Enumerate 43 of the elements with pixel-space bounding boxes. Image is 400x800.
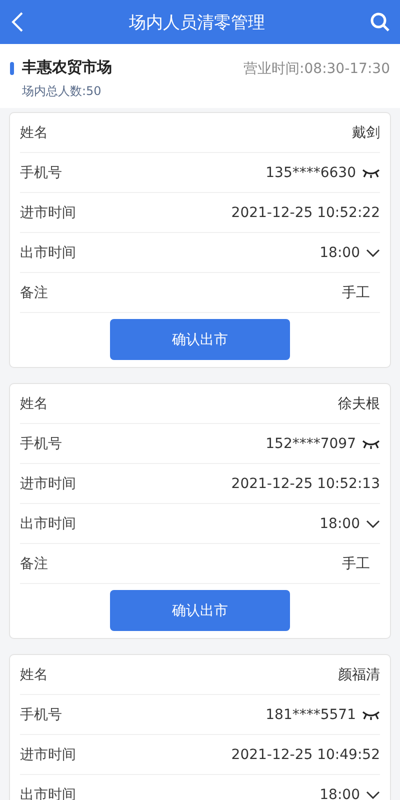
field-label: 姓名 xyxy=(20,124,48,142)
field-label: 手机号 xyxy=(20,434,62,452)
field-value: 颜福清 xyxy=(338,666,380,684)
field-value: 徐夫根 xyxy=(338,394,380,412)
closed-eye-icon[interactable] xyxy=(362,710,380,720)
caret-icon xyxy=(366,520,380,528)
confirm-exit-button[interactable]: 确认出市 xyxy=(110,319,290,360)
market-name: 丰惠农贸市场 xyxy=(22,58,112,77)
confirm-exit-button[interactable]: 确认出市 xyxy=(110,590,290,631)
field-label: 进市时间 xyxy=(20,204,76,222)
field-label: 手机号 xyxy=(20,706,62,724)
page-title: 场内人员清零管理 xyxy=(129,12,265,34)
field-value: 戴剑 xyxy=(352,124,380,142)
field-label: 进市时间 xyxy=(20,474,76,492)
caret-icon xyxy=(366,248,380,256)
field-value: 2021-12-25 10:52:13 xyxy=(231,476,380,492)
field-value: 手工 xyxy=(342,554,370,572)
closed-eye-icon[interactable] xyxy=(362,438,380,448)
phone-number: 181****5571 xyxy=(266,706,356,722)
phone-number: 152****7097 xyxy=(266,436,356,452)
field-value: 2021-12-25 10:49:52 xyxy=(231,746,380,762)
field-label: 出市时间 xyxy=(20,244,76,262)
phone-number: 135****6630 xyxy=(266,164,356,180)
back-icon[interactable] xyxy=(10,11,24,33)
field-value: 2021-12-25 10:52:22 xyxy=(231,204,380,220)
field-label: 出市时间 xyxy=(20,786,76,800)
field-label: 备注 xyxy=(20,554,48,572)
business-hours: 营业时间:08:30-17:30 xyxy=(244,60,390,79)
caret-icon xyxy=(366,790,380,798)
time-select[interactable]: 18:00 xyxy=(320,244,380,260)
field-label: 出市时间 xyxy=(20,514,76,532)
field-label: 备注 xyxy=(20,284,48,302)
time-select[interactable]: 18:00 xyxy=(320,516,380,532)
field-label: 姓名 xyxy=(20,394,48,412)
search-icon[interactable] xyxy=(370,12,390,32)
accent-bar xyxy=(10,62,14,75)
closed-eye-icon[interactable] xyxy=(362,168,380,178)
field-label: 姓名 xyxy=(20,666,48,684)
field-label: 进市时间 xyxy=(20,746,76,764)
field-value: 手工 xyxy=(342,284,370,302)
field-label: 手机号 xyxy=(20,164,62,182)
total-count: 场内总人数:50 xyxy=(22,83,102,100)
time-select[interactable]: 18:00 xyxy=(320,786,380,800)
